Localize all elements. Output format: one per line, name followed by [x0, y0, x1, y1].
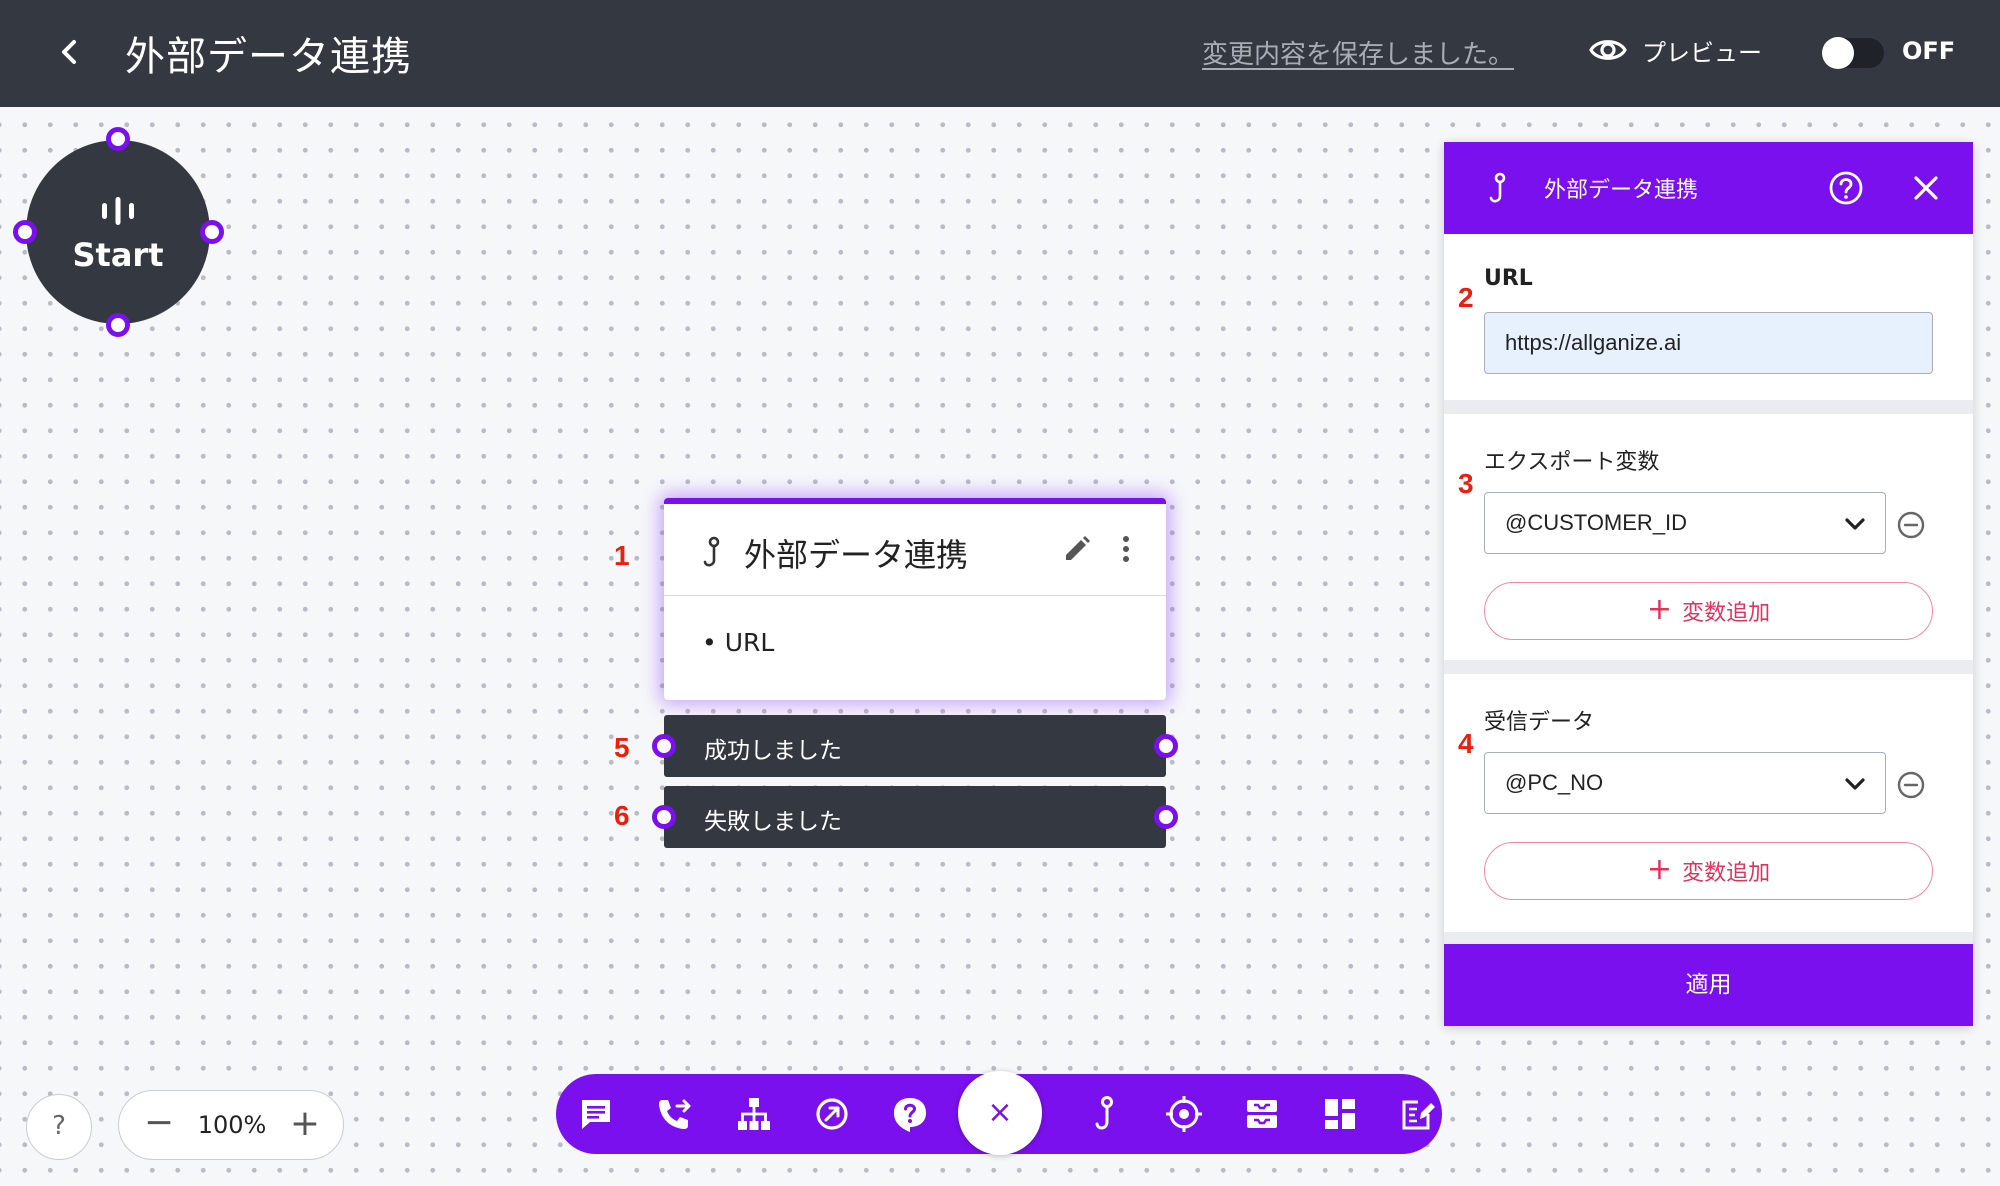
annotation-url: 2: [1458, 282, 1474, 313]
annotation-failure: 6: [614, 800, 630, 831]
chevron-down-icon: [1845, 518, 1865, 530]
call-transfer-icon[interactable]: [654, 1094, 694, 1134]
add-export-variable-button[interactable]: + 変数追加: [1484, 582, 1933, 640]
pencil-icon[interactable]: [1062, 534, 1092, 564]
hierarchy-icon[interactable]: [734, 1094, 774, 1134]
help-circle-icon[interactable]: [1828, 170, 1864, 206]
webhook-icon: [1489, 172, 1506, 203]
annotation-node: 1: [614, 540, 630, 571]
dashboard-icon[interactable]: [1320, 1094, 1360, 1134]
chevron-down-icon: [1845, 778, 1865, 790]
panel-title: 外部データ連携: [1544, 178, 1699, 203]
branch-success-port-right[interactable]: [1154, 734, 1178, 758]
receive-data-section: 4 受信データ @PC_NO + 変数追加: [1444, 674, 1973, 932]
export-variable-label: エクスポート変数: [1484, 450, 1660, 475]
node-settings-panel: 外部データ連携 2 URL 3 エクスポート変数 @CUSTOMER_ID: [1444, 142, 1973, 1026]
receive-data-value: @PC_NO: [1505, 770, 1604, 795]
annotation-export: 3: [1458, 468, 1474, 499]
node-body: • URL: [664, 596, 1166, 700]
toggle-knob: [1822, 37, 1854, 69]
zoom-out-button[interactable]: −: [139, 1105, 179, 1145]
remove-circle-icon[interactable]: [1896, 770, 1926, 800]
plus-icon: +: [1646, 851, 1673, 887]
add-variable-label: 変数追加: [1682, 861, 1771, 886]
preview-button[interactable]: プレビュー: [1588, 30, 1762, 70]
plus-icon: +: [1646, 591, 1673, 627]
apply-button[interactable]: 適用: [1444, 944, 1973, 1026]
start-port-top[interactable]: [106, 127, 130, 151]
branch-failure-port-left[interactable]: [652, 805, 676, 829]
preview-toggle[interactable]: [1822, 37, 1884, 69]
more-vertical-icon[interactable]: [1116, 534, 1136, 564]
node-title: 外部データ連携: [744, 536, 969, 574]
top-bar: 外部データ連携 変更内容を保存しました。 プレビュー OFF: [0, 0, 2000, 107]
export-variable-section: 3 エクスポート変数 @CUSTOMER_ID + 変数追加: [1444, 414, 1973, 660]
save-status-link[interactable]: 変更内容を保存しました。: [1202, 34, 1514, 71]
url-label: URL: [1484, 266, 1533, 291]
start-node[interactable]: Start: [26, 140, 210, 324]
start-port-right[interactable]: [200, 220, 224, 244]
panel-header: 外部データ連携: [1444, 142, 1973, 234]
start-port-left[interactable]: [13, 220, 37, 244]
branch-success-port-left[interactable]: [652, 734, 676, 758]
export-variable-select[interactable]: @CUSTOMER_ID: [1484, 492, 1886, 554]
branch-success-label: 成功しました: [704, 738, 842, 764]
remove-circle-icon[interactable]: [1896, 510, 1926, 540]
webhook-icon[interactable]: [1086, 1094, 1126, 1134]
node-header: 外部データ連携: [664, 504, 1166, 596]
receive-data-label: 受信データ: [1484, 710, 1595, 735]
node-toolbar: ×: [556, 1071, 1442, 1155]
eye-icon: [1589, 40, 1627, 60]
branch-failure-label: 失敗しました: [704, 809, 842, 835]
back-button[interactable]: [50, 32, 90, 72]
node-param-url: • URL: [702, 628, 775, 657]
url-input[interactable]: [1484, 312, 1933, 374]
inbox-icon[interactable]: [1242, 1094, 1282, 1134]
branch-success[interactable]: 成功しました: [652, 715, 1178, 777]
start-port-bottom[interactable]: [106, 313, 130, 337]
add-variable-label: 変数追加: [1682, 601, 1771, 626]
webhook-node-card[interactable]: 外部データ連携 • URL: [664, 498, 1166, 700]
faq-icon[interactable]: [890, 1094, 930, 1134]
zoom-in-button[interactable]: +: [285, 1105, 325, 1145]
toolbar-close-button[interactable]: ×: [958, 1071, 1042, 1155]
redirect-icon[interactable]: [812, 1094, 852, 1134]
receive-data-select[interactable]: @PC_NO: [1484, 752, 1886, 814]
page-title: 外部データ連携: [125, 34, 412, 80]
export-variable-value: @CUSTOMER_ID: [1505, 510, 1688, 535]
preview-label: プレビュー: [1642, 38, 1762, 67]
start-label: Start: [72, 236, 164, 274]
branch-failure-port-right[interactable]: [1154, 805, 1178, 829]
webhook-icon: [703, 536, 720, 567]
form-edit-icon[interactable]: [1398, 1094, 1438, 1134]
url-section: 2 URL: [1444, 234, 1973, 400]
add-receive-variable-button[interactable]: + 変数追加: [1484, 842, 1933, 900]
annotation-success: 5: [614, 732, 630, 763]
annotation-receive: 4: [1458, 728, 1474, 759]
start-bars-icon: [102, 197, 134, 225]
help-button[interactable]: ?: [26, 1094, 92, 1160]
target-icon[interactable]: [1164, 1094, 1204, 1134]
branch-failure[interactable]: 失敗しました: [652, 786, 1178, 848]
chat-icon[interactable]: [576, 1094, 616, 1134]
zoom-level: 100%: [197, 1111, 267, 1139]
close-icon[interactable]: [1910, 172, 1942, 204]
toggle-state-label: OFF: [1902, 37, 1956, 65]
chevron-left-icon: [62, 40, 76, 64]
zoom-control: − 100% +: [118, 1090, 344, 1160]
